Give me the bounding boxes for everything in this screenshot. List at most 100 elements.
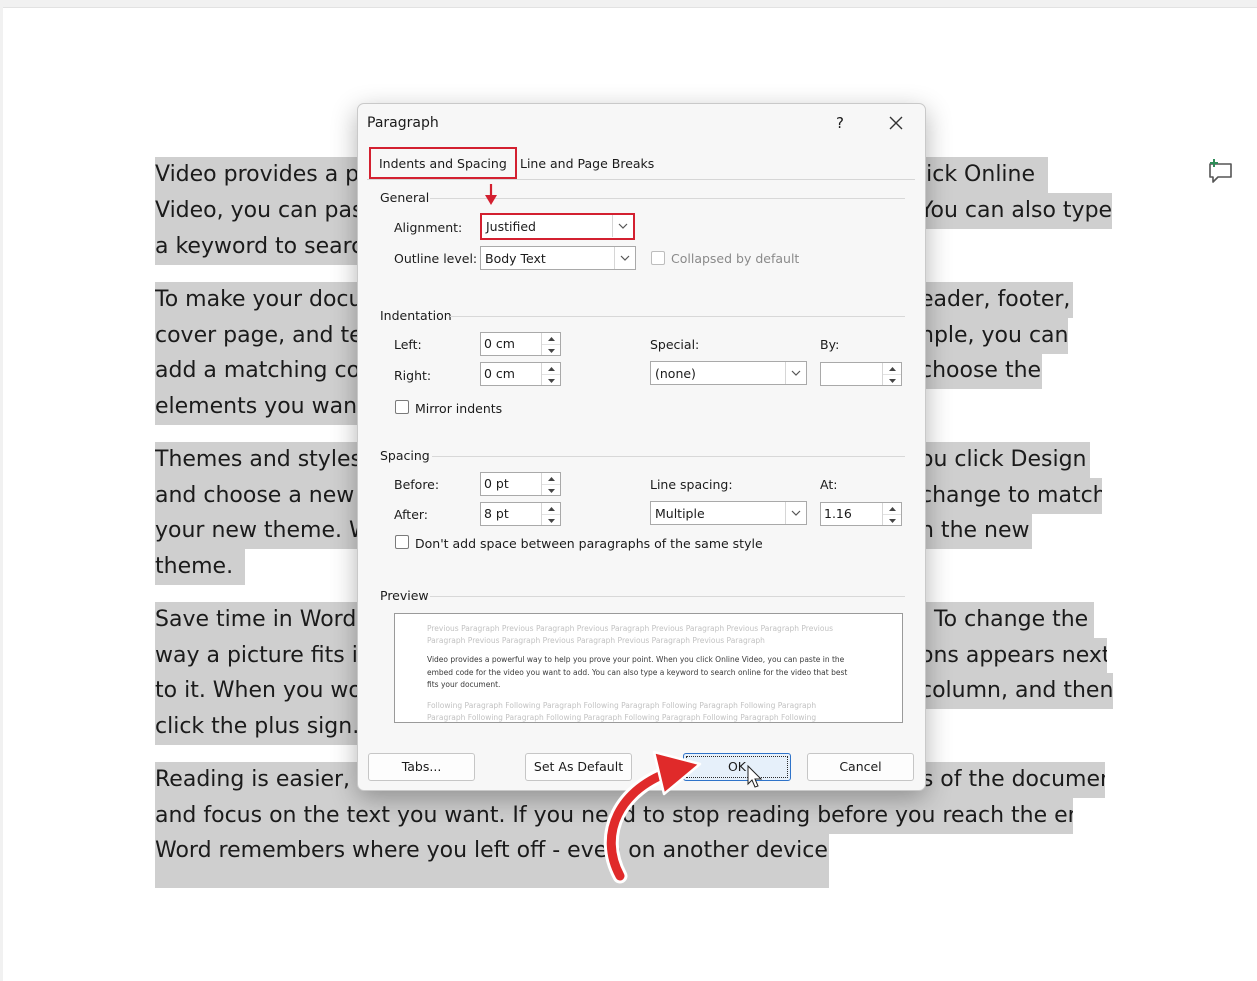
dont-add-space-checkbox[interactable] (395, 535, 409, 549)
doc-line[interactable]: Video, you can pas (155, 193, 360, 229)
section-general: General (380, 190, 430, 205)
spacing-after-label: After: (394, 507, 429, 522)
tabs-button[interactable]: Tabs... (368, 753, 475, 781)
preview-sample-text: Video provides a powerful way to help yo… (427, 655, 848, 689)
spin-down-icon (547, 348, 555, 353)
tab-indents-and-spacing[interactable]: Indents and Spacing (369, 147, 517, 179)
chevron-down-icon (785, 362, 806, 384)
doc-line[interactable]: click the plus sign. (155, 709, 360, 745)
spacing-after-value: 8 pt (484, 506, 509, 521)
doc-line[interactable]: way a picture fits in (155, 638, 360, 674)
spinner-buttons[interactable] (882, 503, 901, 525)
spacing-before-value: 0 pt (484, 476, 509, 491)
spinner-buttons[interactable] (882, 363, 901, 385)
doc-line[interactable]: your new theme. W (155, 513, 360, 549)
spin-up-icon (547, 336, 555, 341)
preview-previous-line: Paragraph Previous Paragraph Previous Pa… (427, 636, 765, 645)
doc-line[interactable]: and focus on the text you want. If you n… (155, 798, 1073, 834)
doc-line[interactable]: lick Online (920, 157, 1048, 193)
doc-line[interactable]: To make your docu (155, 282, 360, 318)
doc-line[interactable]: elements you want (155, 389, 360, 425)
collapsed-by-default-label: Collapsed by default (671, 251, 800, 266)
indent-right-value: 0 cm (484, 366, 515, 381)
window-left-edge (0, 0, 3, 981)
doc-line[interactable]: a keyword to searc (155, 229, 360, 265)
at-value: 1.16 (824, 506, 852, 521)
preview-previous-line: Previous Paragraph Previous Paragraph Pr… (427, 624, 834, 633)
doc-line[interactable]: Themes and styles (155, 442, 360, 478)
close-button[interactable] (882, 111, 910, 135)
doc-line[interactable]: Video provides a po (155, 157, 360, 193)
chevron-down-icon (785, 502, 806, 524)
section-indentation: Indentation (380, 308, 452, 323)
indent-left-input[interactable]: 0 cm (480, 332, 561, 356)
window-top-edge (0, 0, 1257, 8)
line-spacing-select[interactable]: Multiple (650, 501, 807, 525)
dont-add-space-label: Don't add space between paragraphs of th… (415, 536, 763, 551)
at-input[interactable]: 1.16 (820, 502, 902, 526)
spin-up-icon (888, 366, 896, 371)
spin-up-icon (888, 506, 896, 511)
doc-line[interactable]: ou click Design (920, 442, 1090, 478)
special-label: Special: (650, 337, 700, 352)
tab-line-and-page-breaks[interactable]: Line and Page Breaks (512, 149, 662, 177)
spin-down-icon (547, 488, 555, 493)
doc-line[interactable]: eader, footer, (920, 282, 1073, 318)
by-input[interactable] (820, 362, 902, 386)
cancel-button[interactable]: Cancel (807, 753, 914, 781)
dialog-title: Paragraph (367, 115, 439, 131)
section-spacing: Spacing (380, 448, 430, 463)
spinner-buttons[interactable] (541, 363, 560, 385)
spinner-buttons[interactable] (541, 473, 560, 495)
preview-box: Previous Paragraph Previous Paragraph Pr… (394, 613, 903, 723)
doc-line[interactable]: n the new (920, 513, 1032, 549)
divider (430, 596, 905, 597)
new-comment-icon[interactable] (1205, 157, 1235, 185)
doc-line[interactable]: cover page, and tex (155, 318, 360, 354)
doc-line[interactable]: choose the (920, 353, 1042, 389)
outline-level-select[interactable]: Body Text (480, 246, 636, 270)
doc-line[interactable]: theme. (155, 549, 245, 585)
spacing-before-input[interactable]: 0 pt (480, 472, 561, 496)
doc-line[interactable]: to it. When you wor (155, 673, 360, 709)
collapsed-by-default-checkbox[interactable] (651, 251, 665, 265)
close-icon (889, 116, 903, 130)
doc-line[interactable]: nple, you can (920, 318, 1068, 354)
alignment-value: Justified (486, 219, 536, 234)
mirror-indents-checkbox[interactable] (395, 400, 409, 414)
preview-following-line: Following Paragraph Following Paragraph … (427, 701, 817, 710)
spin-up-icon (547, 366, 555, 371)
special-value: (none) (655, 366, 696, 381)
spinner-buttons[interactable] (541, 333, 560, 355)
set-as-default-button[interactable]: Set As Default (525, 753, 632, 781)
doc-line[interactable]: . To change the (920, 602, 1094, 638)
spin-down-icon (888, 378, 896, 383)
paragraph-dialog: Paragraph ? Indents and Spacing Line and… (357, 103, 926, 791)
help-button[interactable]: ? (828, 111, 852, 135)
focus-rect (686, 756, 788, 778)
at-label: At: (820, 477, 838, 492)
doc-line[interactable]: Word remembers where you left off - even… (155, 833, 829, 888)
spacing-after-input[interactable]: 8 pt (480, 502, 561, 526)
spin-down-icon (888, 518, 896, 523)
doc-line[interactable]: Save time in Word w (155, 602, 360, 638)
indent-right-input[interactable]: 0 cm (480, 362, 561, 386)
section-preview: Preview (380, 588, 429, 603)
mirror-indents-label: Mirror indents (415, 401, 503, 416)
doc-line[interactable]: and choose a new T (155, 478, 360, 514)
line-spacing-label: Line spacing: (650, 477, 733, 492)
doc-line[interactable]: ons appears next (920, 638, 1107, 674)
indent-left-label: Left: (394, 337, 422, 352)
divider (432, 456, 905, 457)
chevron-down-icon (614, 247, 635, 269)
doc-line[interactable]: change to match (920, 478, 1102, 514)
doc-line[interactable]: add a matching co (155, 353, 360, 389)
ok-button[interactable]: OK (683, 753, 791, 781)
special-select[interactable]: (none) (650, 361, 807, 385)
spin-down-icon (547, 518, 555, 523)
doc-line[interactable]: column, and then (920, 673, 1113, 709)
doc-line[interactable]: You can also type (920, 193, 1112, 229)
outline-level-value: Body Text (485, 251, 546, 266)
alignment-select[interactable]: Justified (480, 213, 635, 240)
spinner-buttons[interactable] (541, 503, 560, 525)
